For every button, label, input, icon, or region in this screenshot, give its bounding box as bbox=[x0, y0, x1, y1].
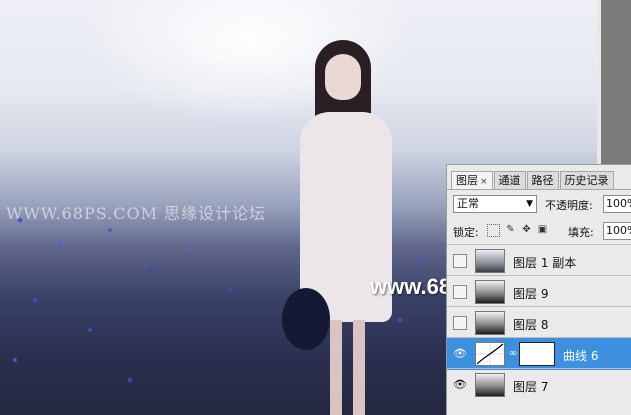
leg-left bbox=[330, 320, 342, 415]
tab-channels[interactable]: 通道 bbox=[493, 171, 526, 189]
lock-fill-row: 锁定: ✎ ✥ ▣ 填充: 100% bbox=[453, 222, 631, 240]
brush-lock-icon[interactable]: ✎ bbox=[505, 224, 516, 235]
tab-label: 通道 bbox=[498, 174, 521, 187]
layer-name: 图层 8 bbox=[513, 318, 549, 332]
layer-row[interactable]: 图层 1 副本 bbox=[447, 244, 631, 277]
face bbox=[325, 54, 361, 100]
tab-label: 历史记录 bbox=[564, 174, 609, 187]
layers-panel: 图层× 通道 路径 历史记录 正常 ▼ 不透明度: 100% 锁定: ✎ ✥ ▣… bbox=[446, 164, 631, 415]
blend-mode-select[interactable]: 正常 ▼ bbox=[453, 195, 537, 213]
tab-label: 路径 bbox=[531, 174, 554, 187]
hat bbox=[282, 288, 330, 350]
layer-thumbnail bbox=[475, 280, 505, 304]
watermark-faint: WWW.68PS.COM 思缘设计论坛 bbox=[6, 204, 267, 223]
chain-link-icon[interactable]: ∞ bbox=[509, 348, 517, 359]
move-lock-icon[interactable]: ✥ bbox=[521, 224, 532, 235]
layer-row[interactable]: 👁 图层 7 bbox=[447, 368, 631, 401]
transparent-pixels-lock-icon[interactable] bbox=[487, 224, 500, 237]
layer-name: 曲线 6 bbox=[563, 349, 599, 363]
layer-name: 图层 9 bbox=[513, 287, 549, 301]
layer-name: 图层 1 副本 bbox=[513, 256, 577, 270]
visibility-toggle[interactable] bbox=[453, 316, 467, 330]
tab-history[interactable]: 历史记录 bbox=[559, 171, 614, 189]
eye-icon[interactable]: 👁 bbox=[453, 378, 467, 392]
chevron-down-icon: ▼ bbox=[526, 199, 533, 209]
curve-graph-icon bbox=[476, 343, 504, 365]
layer-mask-thumbnail[interactable] bbox=[519, 342, 555, 366]
fill-label: 填充: bbox=[568, 226, 594, 239]
layer-thumbnail bbox=[475, 373, 505, 397]
tab-label: 图层 bbox=[456, 174, 478, 187]
fill-input[interactable]: 100% bbox=[603, 222, 631, 240]
close-icon[interactable]: × bbox=[480, 177, 488, 187]
panel-tabs: 图层 × 通道 路径 历史记录 bbox=[451, 171, 615, 189]
blend-mode-value: 正常 bbox=[457, 197, 479, 210]
eye-icon[interactable]: 👁 bbox=[453, 347, 467, 361]
layer-row[interactable]: 图层 8 bbox=[447, 306, 631, 339]
leg-right bbox=[353, 320, 365, 415]
layer-name: 图层 7 bbox=[513, 380, 549, 394]
layer-thumbnail bbox=[475, 249, 505, 273]
lock-label: 锁定: bbox=[453, 226, 479, 239]
curves-adjustment-icon bbox=[475, 342, 505, 366]
tab-layers[interactable]: 图层 × bbox=[451, 171, 493, 189]
visibility-toggle[interactable] bbox=[453, 254, 467, 268]
layer-row[interactable]: 图层 9 bbox=[447, 275, 631, 308]
layer-row-selected[interactable]: 👁 ∞ 曲线 6 bbox=[447, 337, 631, 370]
opacity-input[interactable]: 100% bbox=[603, 195, 631, 213]
visibility-toggle[interactable] bbox=[453, 285, 467, 299]
tab-paths[interactable]: 路径 bbox=[526, 171, 559, 189]
girl-figure bbox=[295, 40, 405, 415]
opacity-label: 不透明度: bbox=[545, 199, 593, 212]
padlock-icon[interactable]: ▣ bbox=[537, 224, 548, 235]
tab-divider bbox=[447, 189, 631, 190]
blend-opacity-row: 正常 ▼ 不透明度: 100% bbox=[453, 195, 631, 215]
layer-thumbnail bbox=[475, 311, 505, 335]
